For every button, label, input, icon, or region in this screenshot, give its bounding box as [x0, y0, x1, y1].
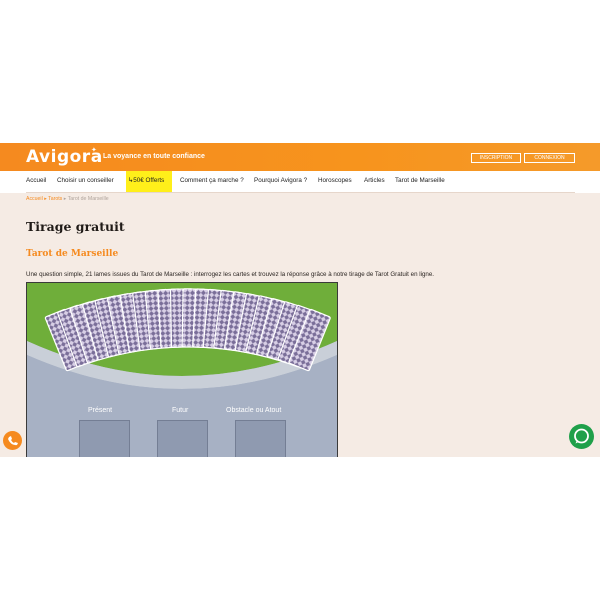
breadcrumb-separator: ▸ [63, 196, 67, 202]
intro-text: Une question simple, 21 lames issues du … [26, 271, 435, 278]
phone-icon-glyph [8, 436, 18, 446]
breadcrumb-tarots[interactable]: Tarots [48, 196, 62, 202]
chat-icon-glyph [574, 428, 589, 444]
logo-star-icon: ✦ [91, 147, 97, 154]
nav-item-offer-label: 50€ Offerts [133, 177, 165, 184]
main-nav: Accueil Choisir un conseiller ↳50€ Offer… [0, 171, 600, 193]
page-subtitle: Tarot de Marseille [26, 249, 119, 259]
page-title: Tirage gratuit [26, 219, 125, 234]
chat-icon[interactable] [569, 424, 594, 449]
position-label-present: Présent [88, 407, 113, 414]
nav-item-how-it-works[interactable]: Comment ça marche ? [180, 177, 244, 184]
position-label-future: Futur [172, 407, 189, 414]
signup-button[interactable]: INSCRIPTION [471, 153, 521, 163]
breadcrumb-separator: ▸ [44, 196, 47, 202]
card-slot-future[interactable] [157, 420, 208, 457]
login-button[interactable]: CONNEXION [524, 153, 575, 163]
nav-item-offer[interactable]: ↳50€ Offerts [128, 177, 164, 184]
card-slot-obstacle[interactable] [235, 420, 286, 457]
header-bar: Avigora ✦ La voyance en toute confiance … [0, 143, 600, 171]
nav-item-choose-advisor[interactable]: Choisir un conseiller [57, 177, 114, 184]
nav-item-home[interactable]: Accueil [26, 177, 46, 184]
tarot-board: Présent Futur Obstacle ou Atout [26, 282, 338, 457]
breadcrumb-current: Tarot de Marseille [67, 196, 109, 202]
breadcrumb-home[interactable]: Accueil [26, 196, 43, 202]
position-label-obstacle: Obstacle ou Atout [226, 407, 282, 414]
nav-item-why-avigora[interactable]: Pourquoi Avigora ? [254, 177, 307, 184]
card-slot-present[interactable] [79, 420, 130, 457]
nav-item-horoscopes[interactable]: Horoscopes [318, 177, 352, 184]
nav-item-articles[interactable]: Articles [364, 177, 385, 184]
breadcrumb: Accueil ▸ Tarots ▸ Tarot de Marseille [26, 196, 109, 202]
nav-divider [26, 192, 575, 193]
nav-item-tarot[interactable]: Tarot de Marseille [395, 177, 445, 184]
site-viewport: Avigora ✦ La voyance en toute confiance … [0, 143, 600, 457]
tagline: La voyance en toute confiance [103, 153, 205, 160]
phone-icon[interactable] [3, 431, 22, 450]
